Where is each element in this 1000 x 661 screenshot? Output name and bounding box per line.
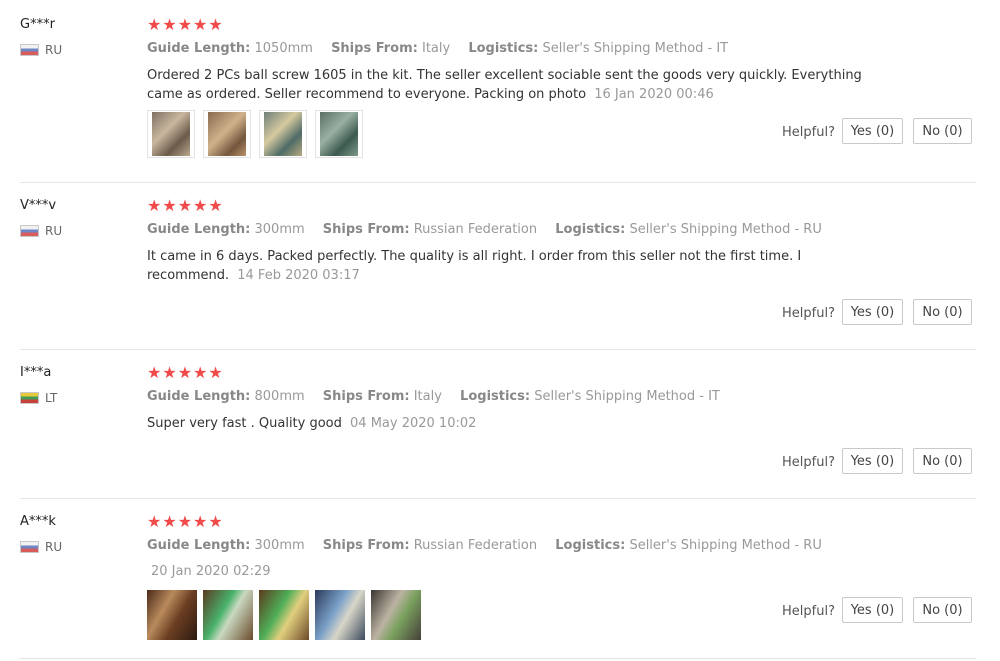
review-text-block: Super very fast . Quality good 04 May 20… — [147, 414, 877, 433]
guide-length-value: 1050mm — [254, 41, 313, 56]
ships-from-value: Russian Federation — [413, 538, 538, 553]
review-date: 04 May 2020 10:02 — [350, 416, 477, 431]
lithuania-flag-icon — [20, 392, 39, 404]
guide-length-value: 300mm — [254, 222, 305, 237]
country-code: RU — [45, 43, 63, 57]
logistics-value: Seller's Shipping Method - IT — [542, 41, 729, 56]
helpful-no-button[interactable]: No (0) — [913, 118, 972, 144]
helpful-yes-button[interactable]: Yes (0) — [842, 448, 903, 474]
star-rating: ★★★★★ — [147, 15, 224, 34]
helpful-no-button[interactable]: No (0) — [913, 448, 972, 474]
helpful-label: Helpful? — [782, 604, 835, 619]
reviewer-country: RU — [20, 224, 62, 238]
ships-from-value: Italy — [421, 41, 451, 56]
review-photo-thumbnail[interactable] — [147, 110, 195, 158]
reviewer-country: LT — [20, 391, 57, 405]
helpful-label: Helpful? — [782, 455, 835, 470]
review-photo-thumbnail[interactable] — [147, 590, 197, 640]
ships-from-value: Italy — [413, 389, 442, 404]
ships-from-value: Russian Federation — [413, 222, 538, 237]
russia-flag-icon — [20, 225, 39, 237]
helpful-no-button[interactable]: No (0) — [913, 299, 972, 325]
review-photo-thumbnail[interactable] — [203, 590, 253, 640]
guide-length-label: Guide Length: — [147, 389, 251, 404]
logistics-value: Seller's Shipping Method - RU — [629, 538, 822, 553]
logistics-label: Logistics: — [468, 41, 539, 56]
russia-flag-icon — [20, 44, 39, 56]
ships-from-label: Ships From: — [322, 389, 410, 404]
review-photos — [147, 590, 427, 640]
country-code: LT — [45, 391, 58, 405]
review-attributes: Guide Length: 800mm Ships From: Italy Lo… — [147, 389, 734, 404]
russia-flag-icon — [20, 541, 39, 553]
review-date: 16 Jan 2020 00:46 — [594, 87, 714, 102]
review-photos — [147, 110, 371, 158]
logistics-value: Seller's Shipping Method - RU — [629, 222, 822, 237]
helpful-no-button[interactable]: No (0) — [913, 597, 972, 623]
logistics-label: Logistics: — [555, 222, 626, 237]
ships-from-label: Ships From: — [322, 222, 410, 237]
guide-length-label: Guide Length: — [147, 41, 251, 56]
review-date: 14 Feb 2020 03:17 — [237, 268, 360, 283]
logistics-label: Logistics: — [555, 538, 626, 553]
reviewer-name: I***a — [20, 365, 52, 380]
star-rating: ★★★★★ — [147, 196, 224, 215]
reviewer-country: RU — [20, 540, 62, 554]
helpful-label: Helpful? — [782, 125, 835, 140]
review-text: Super very fast . Quality good — [147, 416, 342, 431]
helpful-yes-button[interactable]: Yes (0) — [842, 118, 903, 144]
guide-length-label: Guide Length: — [147, 538, 251, 553]
review-divider — [20, 349, 976, 350]
guide-length-value: 300mm — [254, 538, 305, 553]
review-photo-thumbnail[interactable] — [259, 590, 309, 640]
reviewer-name: G***r — [20, 17, 55, 32]
review-attributes: Guide Length: 300mm Ships From: Russian … — [147, 538, 836, 553]
star-rating: ★★★★★ — [147, 363, 224, 382]
review-date: 20 Jan 2020 02:29 — [151, 564, 271, 579]
review-attributes: Guide Length: 300mm Ships From: Russian … — [147, 222, 836, 237]
review-text-block: It came in 6 days. Packed perfectly. The… — [147, 247, 877, 285]
ships-from-label: Ships From: — [331, 41, 418, 56]
country-code: RU — [45, 540, 63, 554]
logistics-value: Seller's Shipping Method - IT — [534, 389, 720, 404]
star-rating: ★★★★★ — [147, 512, 224, 531]
review-photo-thumbnail[interactable] — [315, 590, 365, 640]
review-photo-thumbnail[interactable] — [259, 110, 307, 158]
review-text: Ordered 2 PCs ball screw 1605 in the kit… — [147, 68, 862, 102]
review-divider — [20, 498, 976, 499]
helpful-label: Helpful? — [782, 306, 835, 321]
review-divider — [20, 182, 976, 183]
guide-length-label: Guide Length: — [147, 222, 251, 237]
review-text-block: Ordered 2 PCs ball screw 1605 in the kit… — [147, 66, 877, 104]
helpful-yes-button[interactable]: Yes (0) — [842, 597, 903, 623]
review-attributes: Guide Length: 1050mm Ships From: Italy L… — [147, 41, 742, 56]
review-photo-thumbnail[interactable] — [371, 590, 421, 640]
guide-length-value: 800mm — [254, 389, 305, 404]
ships-from-label: Ships From: — [322, 538, 410, 553]
country-code: RU — [45, 224, 63, 238]
reviewer-country: RU — [20, 43, 62, 57]
reviewer-name: A***k — [20, 514, 56, 529]
review-photo-thumbnail[interactable] — [203, 110, 251, 158]
review-photo-thumbnail[interactable] — [315, 110, 363, 158]
review-divider — [20, 658, 976, 659]
helpful-yes-button[interactable]: Yes (0) — [842, 299, 903, 325]
reviewer-name: V***v — [20, 198, 57, 213]
logistics-label: Logistics: — [460, 389, 531, 404]
